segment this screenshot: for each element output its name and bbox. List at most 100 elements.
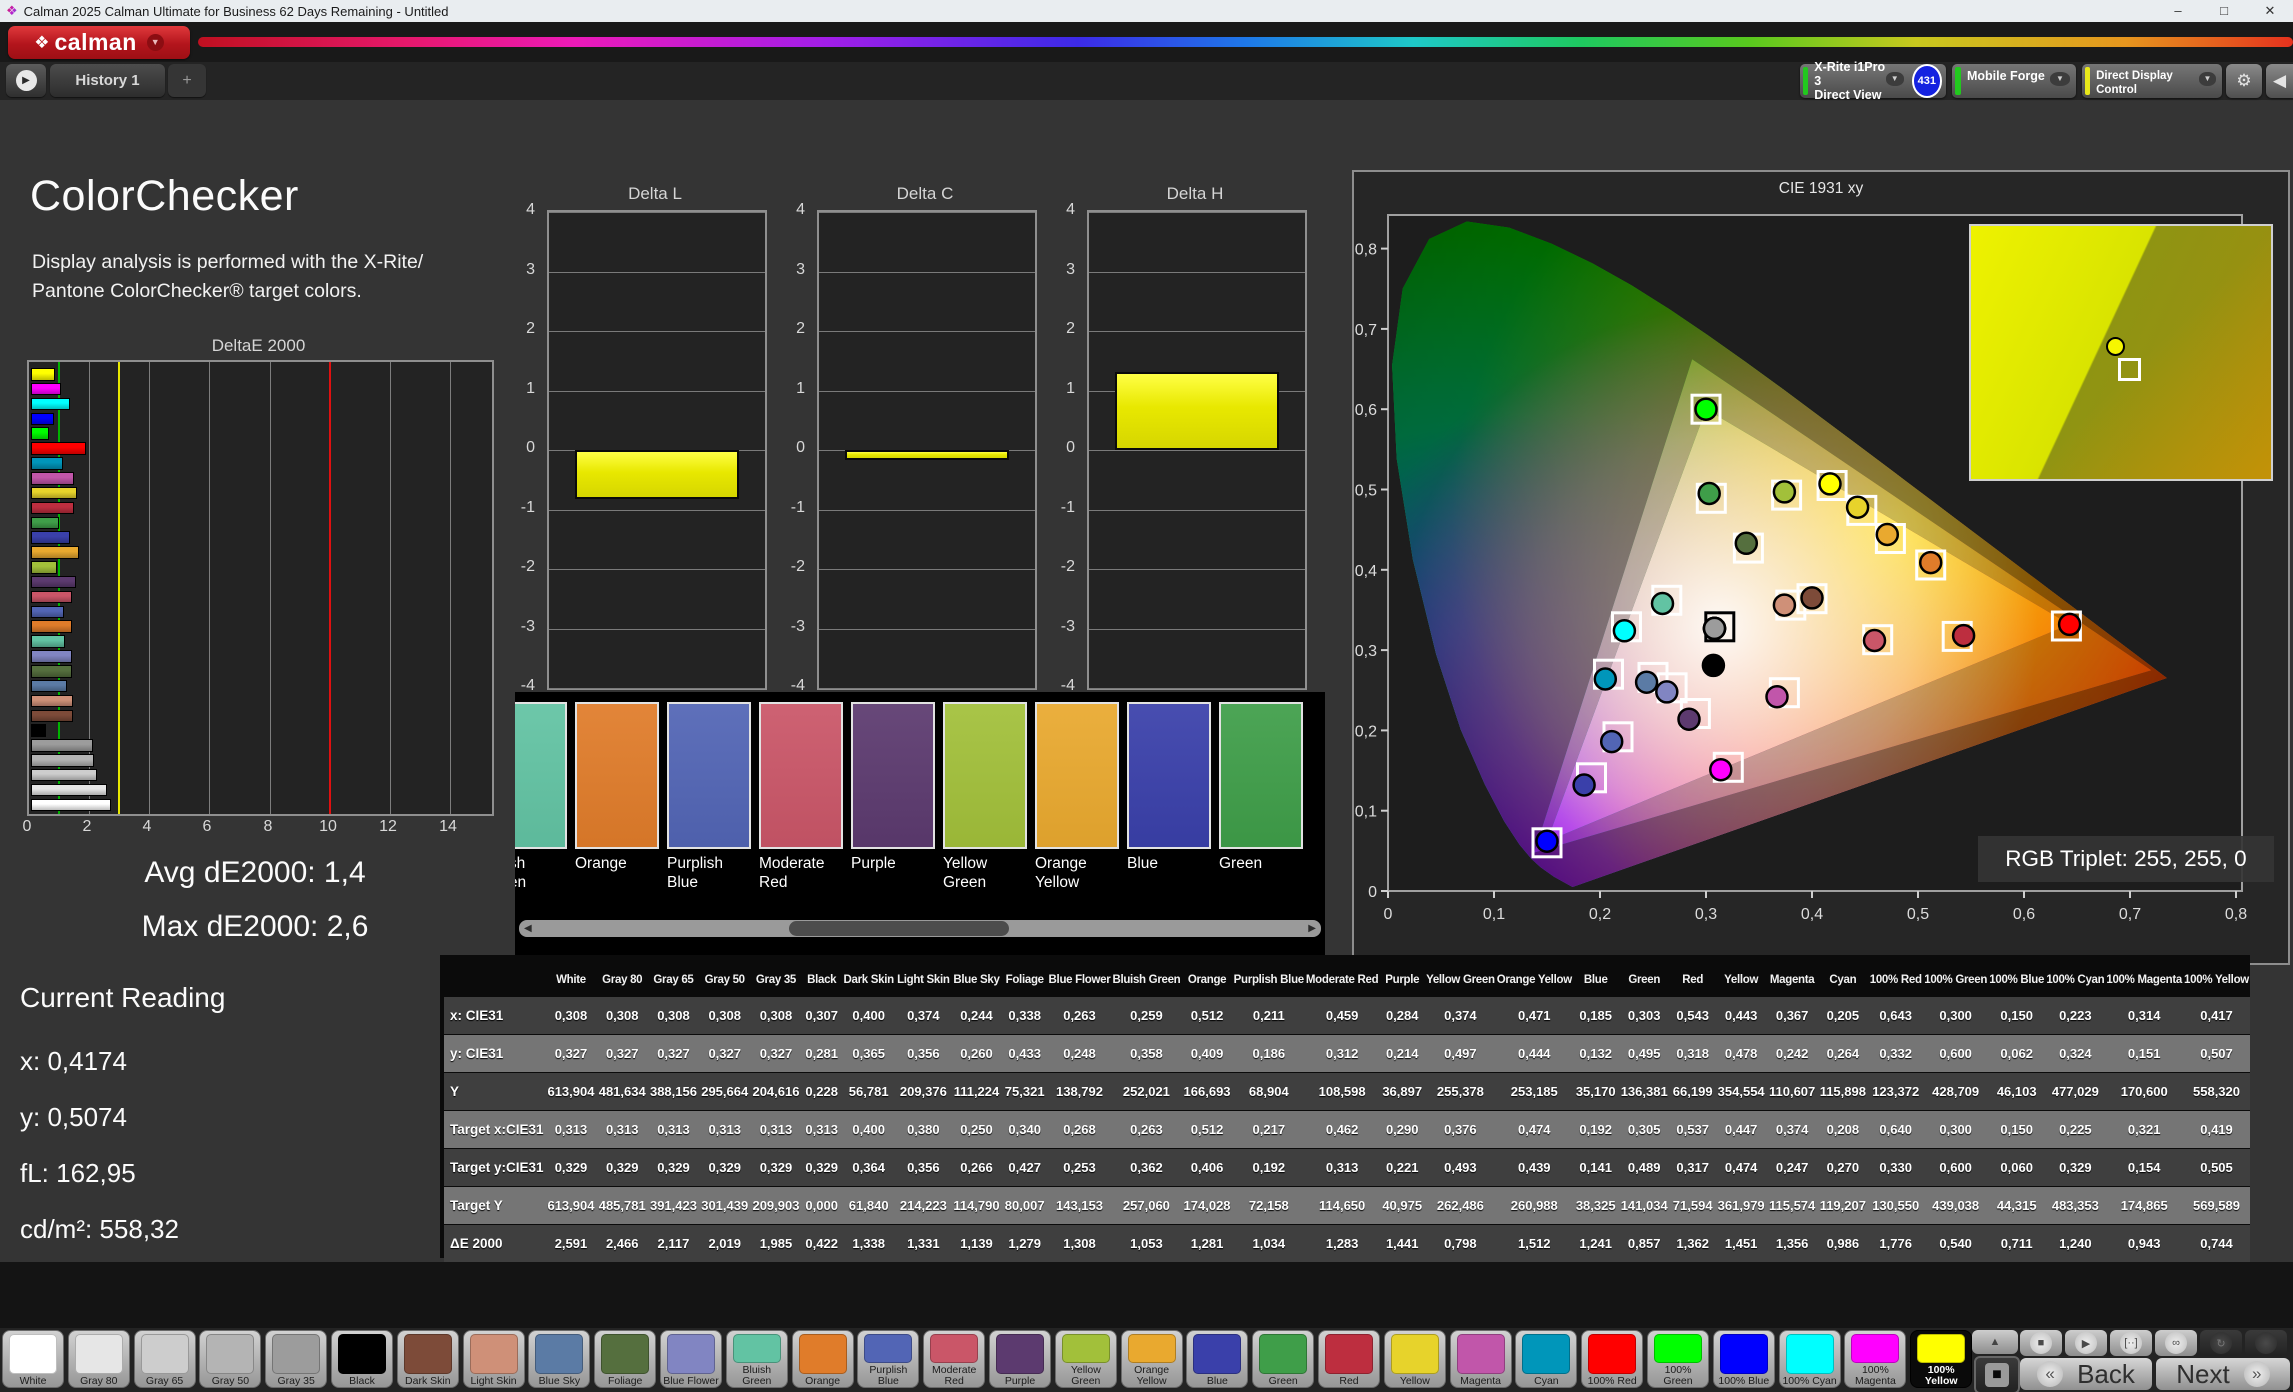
table-cell: 0,192 [1233, 1149, 1305, 1187]
minimize-icon[interactable]: – [2155, 3, 2201, 19]
patch-button-cyan[interactable]: Cyan [1515, 1330, 1577, 1388]
patch-button-gray-80[interactable]: Gray 80 [68, 1330, 130, 1388]
next-button[interactable]: Next » [2156, 1358, 2290, 1390]
patch-button-100-red[interactable]: 100% Red [1581, 1330, 1643, 1388]
table-cell: 2,466 [597, 1225, 648, 1263]
patch-button-purple[interactable]: Purple [989, 1330, 1051, 1388]
range-icon-button[interactable]: [··] [2110, 1330, 2152, 1356]
current-x: x: 0,4174 [20, 1046, 127, 1077]
table-cell: 0,329 [750, 1149, 801, 1187]
record-icon-button[interactable] [2245, 1330, 2287, 1356]
patch-button-yellow-green[interactable]: Yellow Green [1055, 1330, 1117, 1388]
preview-patch-chip [1219, 702, 1303, 849]
max-de2000: Max dE2000: 2,6 [40, 910, 470, 944]
deltae-bar [31, 531, 70, 544]
workflow-dropdown[interactable]: Mobile Forge ▼ [1952, 64, 2076, 98]
tab-history-1[interactable]: History 1 [50, 64, 165, 97]
patch-button-blue-flower[interactable]: Blue Flower [660, 1330, 722, 1388]
add-tab-button[interactable]: + [168, 64, 206, 97]
patch-button-100-blue[interactable]: 100% Blue [1713, 1330, 1775, 1388]
patch-chip [1720, 1334, 1768, 1374]
patch-button-dark-skin[interactable]: Dark Skin [397, 1330, 459, 1388]
table-cell: 0,264 [1817, 1035, 1868, 1073]
patch-chip [1588, 1334, 1636, 1374]
delta-chart-title: Delta H [1087, 184, 1303, 204]
patch-button-magenta[interactable]: Magenta [1450, 1330, 1512, 1388]
table-cell: 0,474 [1716, 1149, 1767, 1187]
patch-button-blue-sky[interactable]: Blue Sky [528, 1330, 590, 1388]
pattern-window-button[interactable]: ■ [1974, 1356, 2020, 1392]
patch-button-purplish-blue[interactable]: Purplish Blue [857, 1330, 919, 1388]
patch-strip-scrollbar[interactable]: ◀ ▶ [519, 920, 1321, 937]
table-cell: 1,512 [1496, 1225, 1573, 1263]
patch-button-100-yellow[interactable]: 100% Yellow [1910, 1330, 1972, 1388]
refresh-icon-button[interactable]: ↻ [2200, 1330, 2242, 1356]
patch-button-light-skin[interactable]: Light Skin [463, 1330, 525, 1388]
patch-button-gray-50[interactable]: Gray 50 [199, 1330, 261, 1388]
table-col-header: Purple [1379, 963, 1425, 997]
patch-button-white[interactable]: White [2, 1330, 64, 1388]
patch-button-100-cyan[interactable]: 100% Cyan [1779, 1330, 1841, 1388]
meter-dropdown[interactable]: X-Rite i1Pro 3Direct View ▼ 431 [1800, 64, 1946, 98]
patch-button-moderate-red[interactable]: Moderate Red [923, 1330, 985, 1388]
patch-button-gray-35[interactable]: Gray 35 [265, 1330, 327, 1388]
window-titlebar: ❖ Calman 2025 Calman Ultimate for Busine… [0, 0, 2293, 22]
play-icon-button[interactable]: ▶ [2065, 1330, 2107, 1356]
patch-button-100-green[interactable]: 100% Green [1647, 1330, 1709, 1388]
table-cell: 46,103 [1988, 1073, 2045, 1111]
patch-chip [1062, 1334, 1110, 1363]
deltae-bar [31, 724, 46, 737]
settings-button[interactable]: ⚙ [2226, 64, 2262, 98]
patch-chip [1128, 1334, 1176, 1363]
patch-button-red[interactable]: Red [1318, 1330, 1380, 1388]
maximize-icon[interactable]: □ [2201, 3, 2247, 19]
display-control-dropdown[interactable]: Direct Display Control ▼ [2082, 64, 2222, 98]
table-cell: 1,308 [1048, 1225, 1112, 1263]
table-cell: 0,211 [1233, 997, 1305, 1035]
patch-button-bluish-green[interactable]: Bluish Green [726, 1330, 788, 1388]
close-icon[interactable]: ✕ [2247, 3, 2293, 19]
preview-patch: Yellow Green [943, 702, 1023, 892]
table-col-header: Bluish Green [1111, 963, 1181, 997]
table-cell: 0,374 [896, 997, 952, 1035]
collapse-panel-button[interactable]: ◀ [2266, 64, 2293, 98]
table-row-label: Target y:CIE31 [444, 1149, 545, 1187]
svg-text:0,2: 0,2 [1589, 906, 1611, 923]
scroll-left-icon[interactable]: ◀ [524, 922, 532, 935]
patch-button-black[interactable]: Black [331, 1330, 393, 1388]
loop-infinite-icon-button[interactable]: ∞ [2155, 1330, 2197, 1356]
table-cell: 0,132 [1573, 1035, 1619, 1073]
patch-button-yellow[interactable]: Yellow [1384, 1330, 1446, 1388]
patch-button-blue[interactable]: Blue [1186, 1330, 1248, 1388]
table-cell: 1,338 [842, 1225, 896, 1263]
table-cell: 61,840 [842, 1187, 896, 1225]
stop-icon-button[interactable]: ■ [2020, 1330, 2062, 1356]
table-col-header: Blue Flower [1048, 963, 1112, 997]
table-col-header: 100% Cyan [2045, 963, 2105, 997]
preview-patch: Orange Yellow [1035, 702, 1115, 892]
patch-button-orange[interactable]: Orange [792, 1330, 854, 1388]
patch-label: Blue Sky [539, 1376, 580, 1387]
current-reading-title: Current Reading [20, 982, 225, 1014]
display-status-bar [2085, 67, 2090, 95]
table-cell: 0,327 [545, 1035, 596, 1073]
table-row: Y613,904481,634388,156295,664204,6160,22… [444, 1073, 2250, 1111]
run-history-button[interactable]: ▶ [6, 64, 46, 97]
table-cell: 0,400 [842, 1111, 896, 1149]
table-cell: 0,406 [1181, 1149, 1232, 1187]
preview-patch-label: Purplish Blue [667, 854, 747, 892]
patch-button-green[interactable]: Green [1252, 1330, 1314, 1388]
scrollbar-thumb[interactable] [789, 921, 1009, 936]
patch-button-gray-65[interactable]: Gray 65 [134, 1330, 196, 1388]
patch-button-foliage[interactable]: Foliage [594, 1330, 656, 1388]
patch-button-orange-yellow[interactable]: Orange Yellow [1121, 1330, 1183, 1388]
scroll-right-icon[interactable]: ▶ [1308, 922, 1316, 935]
patch-label: Red [1339, 1376, 1358, 1387]
calman-menu-button[interactable]: ❖ calman ▼ [8, 26, 190, 59]
back-button[interactable]: « Back [2020, 1358, 2152, 1390]
patch-button-100-magenta[interactable]: 100% Magenta [1844, 1330, 1906, 1388]
app-header: ❖ calman ▼ [0, 22, 2293, 62]
table-cell: 0,356 [896, 1035, 952, 1073]
deltae-bar [31, 710, 73, 723]
pattern-flyout-button[interactable]: ▲ [1972, 1330, 2018, 1354]
